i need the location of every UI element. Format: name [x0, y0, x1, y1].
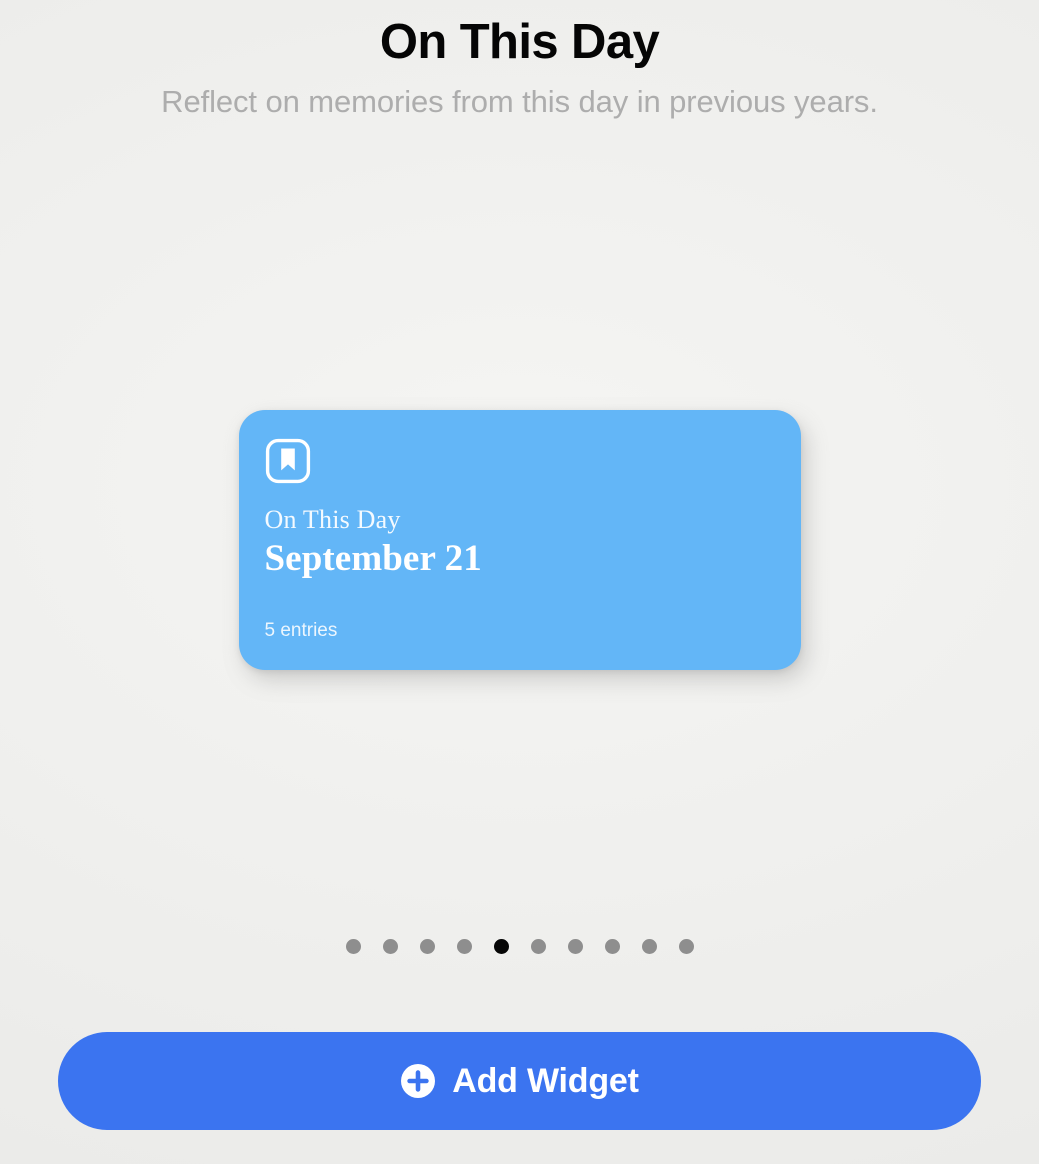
widget-date: September 21	[264, 537, 482, 579]
page-dot-5[interactable]	[493, 938, 509, 954]
page-dot-1[interactable]	[345, 938, 361, 954]
on-this-day-widget-picker-screen: On This Day Reflect on memories from thi…	[0, 0, 1039, 1164]
widget-spacer	[265, 579, 775, 621]
page-dot-2[interactable]	[382, 938, 398, 954]
plus-circle-icon	[401, 1064, 436, 1098]
widget-carousel[interactable]: On This Day September 21 5 entries	[0, 170, 1039, 910]
widget-entry-count: 5 entries	[264, 620, 338, 642]
page-dot-6[interactable]	[530, 938, 546, 954]
bookmark-book-icon	[265, 438, 310, 484]
add-widget-label: Add Widget	[452, 1062, 639, 1100]
page-subtitle: Reflect on memories from this day in pre…	[161, 83, 878, 119]
widget-icon-wrapper	[265, 438, 775, 484]
page-dot-4[interactable]	[456, 938, 472, 954]
widget-label: On This Day	[264, 505, 401, 534]
page-dot-3[interactable]	[419, 938, 435, 954]
page-dot-8[interactable]	[604, 938, 620, 954]
page-indicator-dots[interactable]	[0, 930, 1039, 962]
header: On This Day Reflect on memories from thi…	[0, 0, 1039, 120]
page-dot-7[interactable]	[567, 938, 583, 954]
page-dot-10[interactable]	[678, 938, 694, 954]
page-dot-9[interactable]	[641, 938, 657, 954]
widget-preview-card[interactable]: On This Day September 21 5 entries	[238, 410, 801, 670]
page-title: On This Day	[379, 15, 660, 69]
add-widget-button[interactable]: Add Widget	[58, 1032, 981, 1130]
